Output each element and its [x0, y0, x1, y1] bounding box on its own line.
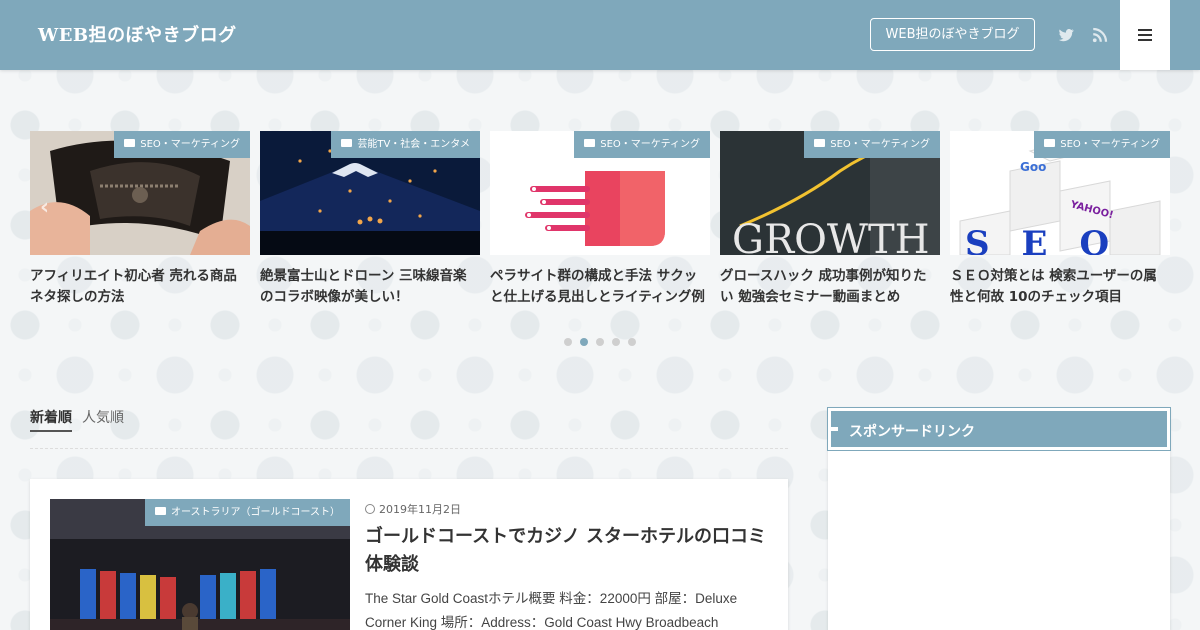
- folder-icon: [814, 139, 826, 147]
- carousel-thumbnail[interactable]: SEO・マーケティング: [30, 131, 250, 255]
- carousel-card-title[interactable]: 絶景富士山とドローン 三味線音楽のコラボ映像が美しい！: [260, 266, 480, 308]
- category-badge[interactable]: オーストラリア（ゴールドコースト）: [145, 499, 350, 526]
- menu-button[interactable]: [1120, 0, 1170, 70]
- category-label: 芸能TV・社会・エンタメ: [357, 139, 470, 150]
- rss-icon[interactable]: [1091, 26, 1109, 44]
- carousel-card[interactable]: Goo YAHOO! SEO SEO・マーケティング ＳＥＯ対策とは 検索ユーザ…: [950, 131, 1170, 308]
- carousel-dot[interactable]: [596, 338, 604, 346]
- carousel-dot[interactable]: [612, 338, 620, 346]
- carousel-card[interactable]: SEO・マーケティング ペラサイト群の構成と手法 サクッと仕上げる見出しとライテ…: [490, 131, 710, 308]
- carousel-card-title[interactable]: ペラサイト群の構成と手法 サクッと仕上げる見出しとライティング例: [490, 266, 710, 308]
- menu-icon-bar: [1138, 34, 1152, 36]
- tab-newest[interactable]: 新着順: [30, 408, 72, 432]
- sidebar-widget: スポンサードリンク: [827, 407, 1171, 630]
- twitter-icon[interactable]: [1057, 26, 1075, 44]
- carousel-card-title[interactable]: アフィリエイト初心者 売れる商品ネタ探しの方法: [30, 266, 250, 308]
- folder-icon: [155, 507, 166, 515]
- category-label: SEO・マーケティング: [140, 139, 240, 150]
- category-label: SEO・マーケティング: [600, 139, 700, 150]
- carousel-thumbnail[interactable]: 芸能TV・社会・エンタメ: [260, 131, 480, 255]
- carousel-prev-arrow-icon[interactable]: ‹: [40, 195, 49, 220]
- post-thumbnail[interactable]: オーストラリア（ゴールドコースト）: [50, 499, 350, 630]
- post-date: 2019年11月2日: [365, 501, 461, 517]
- tab-popular[interactable]: 人気順: [82, 408, 124, 428]
- carousel-dot[interactable]: [628, 338, 636, 346]
- menu-icon-bar: [1138, 39, 1152, 41]
- menu-icon: [1138, 29, 1152, 31]
- folder-icon: [1044, 139, 1056, 147]
- site-title-button[interactable]: WEB担のぼやきブログ: [870, 18, 1035, 51]
- site-header: WEB担のぼやきブログ WEB担のぼやきブログ: [0, 0, 1200, 70]
- featured-carousel: SEO・マーケティング アフィリエイト初心者 売れる商品ネタ探しの方法 芸能TV…: [0, 131, 1200, 351]
- folder-icon: [584, 139, 596, 147]
- category-label: SEO・マーケティング: [830, 139, 930, 150]
- carousel-card[interactable]: GROWTH SEO・マーケティング グロースハック 成功事例が知りたい 勉強会…: [720, 131, 940, 308]
- folder-icon: [124, 139, 136, 147]
- widget-title: スポンサードリンク: [849, 424, 975, 440]
- svg-text:Goo: Goo: [1020, 160, 1046, 174]
- post-excerpt: The Star Gold Coastホテル概要 料金：22000円 部屋：De…: [365, 591, 738, 630]
- post-date-text: 2019年11月2日: [379, 503, 461, 516]
- carousel-dot[interactable]: [564, 338, 572, 346]
- category-badge[interactable]: SEO・マーケティング: [114, 131, 250, 158]
- carousel-card-title[interactable]: グロースハック 成功事例が知りたい 勉強会セミナー動画まとめ: [720, 266, 940, 308]
- growth-text: GROWTH: [732, 217, 930, 255]
- category-label: オーストラリア（ゴールドコースト）: [171, 507, 340, 518]
- category-badge[interactable]: SEO・マーケティング: [804, 131, 940, 158]
- carousel-thumbnail[interactable]: Goo YAHOO! SEO SEO・マーケティング: [950, 131, 1170, 255]
- clock-icon: [365, 504, 375, 514]
- carousel-card[interactable]: SEO・マーケティング アフィリエイト初心者 売れる商品ネタ探しの方法: [30, 131, 250, 308]
- folder-icon: [341, 139, 353, 147]
- widget-marker: [829, 427, 838, 431]
- seo-letters: SEO: [965, 224, 1141, 255]
- carousel-thumbnail[interactable]: GROWTH SEO・マーケティング: [720, 131, 940, 255]
- carousel-thumbnail[interactable]: SEO・マーケティング: [490, 131, 710, 255]
- carousel-card-title[interactable]: ＳＥＯ対策とは 検索ユーザーの属性と何故 10のチェック項目: [950, 266, 1170, 308]
- category-badge[interactable]: SEO・マーケティング: [1034, 131, 1170, 158]
- site-title[interactable]: WEB担のぼやきブログ: [38, 21, 237, 47]
- carousel-card[interactable]: 芸能TV・社会・エンタメ 絶景富士山とドローン 三味線音楽のコラボ映像が美しい！: [260, 131, 480, 308]
- category-badge[interactable]: 芸能TV・社会・エンタメ: [331, 131, 480, 158]
- post-card[interactable]: オーストラリア（ゴールドコースト） 2019年11月2日 ゴールドコーストでカジ…: [30, 479, 788, 630]
- category-badge[interactable]: SEO・マーケティング: [574, 131, 710, 158]
- widget-header: スポンサードリンク: [827, 407, 1171, 451]
- post-title[interactable]: ゴールドコーストでカジノ スターホテルの口コミ体験談: [365, 523, 775, 579]
- tabs-divider: [30, 448, 788, 449]
- carousel-dot-active[interactable]: [580, 338, 588, 346]
- category-label: SEO・マーケティング: [1060, 139, 1160, 150]
